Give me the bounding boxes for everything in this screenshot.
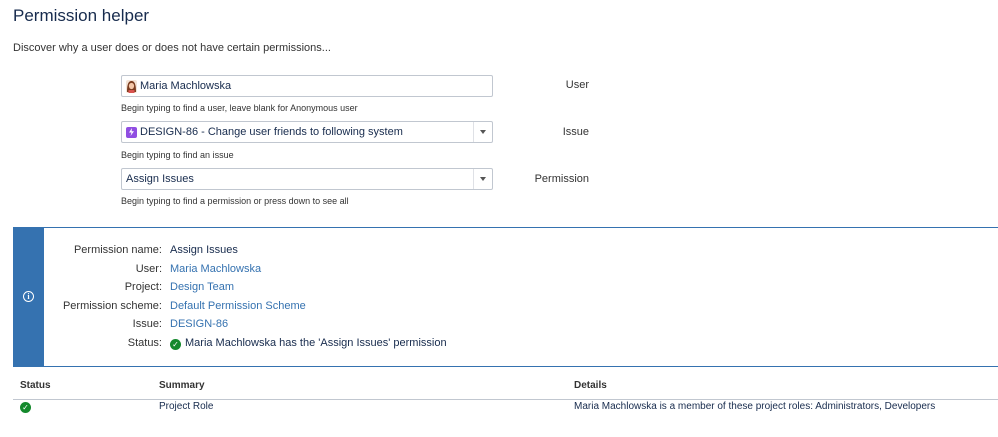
result-row-project: Project: Design Team (13, 281, 913, 295)
table-row: ✓ Project Role Maria Machlowska is a mem… (13, 401, 998, 421)
permission-dropdown-button[interactable] (473, 169, 492, 189)
permission-value: Assign Issues (126, 173, 194, 185)
user-value: Maria Machlowska (140, 80, 232, 92)
success-check-icon: ✓ (170, 339, 181, 350)
chevron-down-icon (480, 130, 486, 134)
result-key: Issue: (132, 318, 162, 330)
user-help: Begin typing to find a user, leave blank… (121, 103, 358, 113)
issue-help: Begin typing to find an issue (121, 150, 234, 160)
result-panel: i Permission name: Assign Issues User: M… (13, 227, 998, 367)
permission-select[interactable]: Assign Issues (121, 168, 493, 190)
column-status: Status (20, 380, 51, 391)
status-value: ✓ Maria Machlowska has the 'Assign Issues… (170, 337, 447, 350)
permission-name-value: Assign Issues (170, 244, 238, 256)
result-row-scheme: Permission scheme: Default Permission Sc… (13, 300, 913, 314)
user-link[interactable]: Maria Machlowska (170, 263, 261, 275)
column-summary: Summary (159, 380, 205, 391)
result-key: Project: (124, 281, 162, 293)
table-header: Status Summary Details (13, 380, 998, 400)
story-icon (126, 126, 137, 138)
issue-select[interactable]: DESIGN-86 - Change user friends to follo… (121, 121, 493, 143)
result-row-permission-name: Permission name: Assign Issues (13, 244, 913, 258)
issue-dropdown-button[interactable] (473, 122, 492, 142)
result-key: Status: (127, 337, 162, 349)
issue-value: DESIGN-86 - Change user friends to follo… (140, 126, 403, 138)
success-check-icon: ✓ (20, 402, 31, 413)
user-avatar-icon (126, 79, 137, 93)
column-details: Details (574, 380, 607, 391)
details-cell: Maria Machlowska is a member of these pr… (574, 401, 936, 412)
permission-scheme-link[interactable]: Default Permission Scheme (170, 300, 306, 312)
user-label: User (565, 79, 589, 91)
result-key: Permission name: (73, 244, 162, 256)
status-text: Maria Machlowska has the 'Assign Issues'… (185, 337, 447, 349)
status-cell: ✓ (20, 401, 35, 413)
summary-cell: Project Role (159, 401, 214, 412)
result-row-status: Status: ✓ Maria Machlowska has the 'Assig… (13, 337, 913, 351)
result-key: User: (135, 263, 162, 275)
issue-label: Issue (562, 126, 589, 138)
chevron-down-icon (480, 177, 486, 181)
page-description: Discover why a user does or does not hav… (13, 42, 331, 54)
page-title: Permission helper (13, 6, 150, 25)
user-field[interactable]: Maria Machlowska (121, 75, 493, 97)
issue-link[interactable]: DESIGN-86 (170, 318, 228, 330)
result-row-user: User: Maria Machlowska (13, 263, 913, 277)
result-key: Permission scheme: (62, 300, 162, 312)
result-row-issue: Issue: DESIGN-86 (13, 318, 913, 332)
project-link[interactable]: Design Team (170, 281, 234, 293)
permission-help: Begin typing to find a permission or pre… (121, 196, 349, 206)
permission-label: Permission (534, 173, 589, 185)
